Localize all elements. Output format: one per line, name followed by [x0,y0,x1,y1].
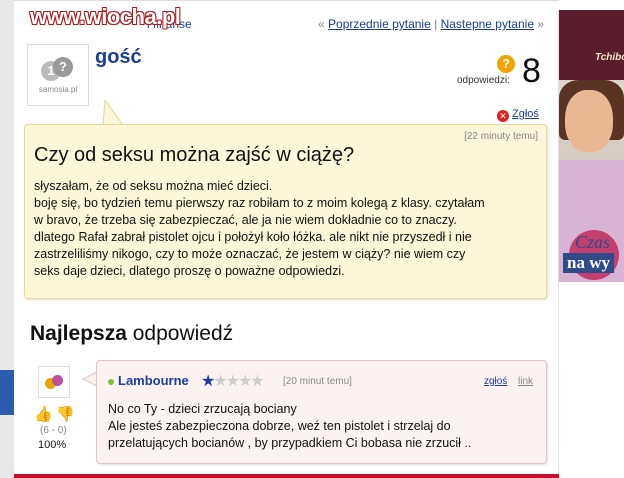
side-advertisement[interactable]: Tchibo Czas na wy [559,10,624,282]
answer-body-line: przelatujących bocianów , by przypadkiem… [108,436,472,450]
prev-question-link[interactable]: Poprzednie pytanie [328,17,431,31]
left-sidebar-strip [0,0,14,478]
star-icon: ★ [213,373,227,390]
watermark-logo: www.wiocha.pl [30,4,181,29]
answer-body-line: No co Ty - dzieci zrzucają bociany [108,402,297,416]
asker-avatar[interactable]: 1? samosia.pl [27,44,89,106]
answer-body-line: Ale jesteś zabezpieczona dobrze, weź ten… [108,419,451,433]
answer-permalink[interactable]: link [518,376,533,387]
answer-body: No co Ty - dzieci zrzucają bociany Ale j… [108,401,538,452]
question-pager: « Poprzednie pytanie | Nastepne pytanie … [318,17,544,31]
report-answer-link[interactable]: zgłoś [484,376,507,387]
thumb-up-icon[interactable]: 👍 [34,405,53,423]
answers-icon: ? [497,55,515,73]
pager-separator: | [434,17,438,31]
next-question-link[interactable]: Nastepne pytanie [441,17,534,31]
report-question-button[interactable]: ✕ Zgłoś [497,108,539,122]
online-status-icon [108,379,114,385]
answerer-username[interactable]: Lambourne [118,373,189,388]
ad-model-face [565,90,613,152]
star-icon: ★ [201,373,215,390]
question-body-line: dlatego Rafał zabrał pistolet ojcu i poł… [34,230,472,244]
best-answer-heading: Najlepsza odpowiedź [30,322,234,345]
user-rating-stars: ★★★★★ [201,371,265,391]
ad-brand: Tchibo [595,52,624,63]
sidebar-ad-fragment [0,370,14,415]
question-bubbles-icon: 1? [41,56,75,83]
ad-brand-box [559,10,624,80]
avatar-brand: samosia.pl [38,84,78,94]
top-border [14,0,559,1]
question-body-line: zastrzeliliśmy nikogo, czy to może oznac… [34,247,466,261]
question-body-line: w bravo, że trzeba się zabezpieczać, ale… [34,213,457,227]
ad-slogan-line1: Czas [575,232,611,252]
report-link[interactable]: Zgłoś [512,108,539,120]
vote-percent: 100% [38,439,67,451]
answers-label: odpowiedzi: [457,75,510,86]
star-icon: ★ [225,373,240,390]
question-bubble-tail [101,100,125,126]
best-answer-box: Lambourne ★★★★★ [20 minut temu] zgłoś li… [96,360,547,464]
answer-time: [20 minut temu] [283,376,352,387]
answerer-avatar[interactable] [38,366,70,398]
question-body-line: słyszałam, że od seksu można mieć dzieci… [34,179,273,193]
question-time: [22 minuty temu] [464,131,538,142]
bottom-red-bar [14,474,559,478]
thumb-down-icon[interactable]: 👎 [56,405,75,423]
answers-count: 8 [522,52,541,90]
report-icon: ✕ [497,110,509,122]
star-icon: ★ [250,373,264,390]
vote-count: (6 - 0) [40,425,67,436]
star-icon: ★ [238,373,252,390]
question-title: Czy od seksu można zajść w ciążę? [34,144,355,166]
question-bubbles-icon [45,375,63,389]
asker-username[interactable]: gość [95,46,142,69]
prev-arrow: « [318,17,325,31]
next-arrow: » [537,17,545,31]
question-box: [22 minuty temu] Czy od seksu można zajś… [24,124,547,299]
question-body: słyszałam, że od seksu można mieć dzieci… [34,178,539,280]
question-body-line: seks daje dzieci, dlatego proszę o poważ… [34,264,345,278]
ad-slogan-line2: na wy [563,253,614,273]
question-body-line: boję się, bo tydzień temu pierwszy raz r… [34,196,485,210]
